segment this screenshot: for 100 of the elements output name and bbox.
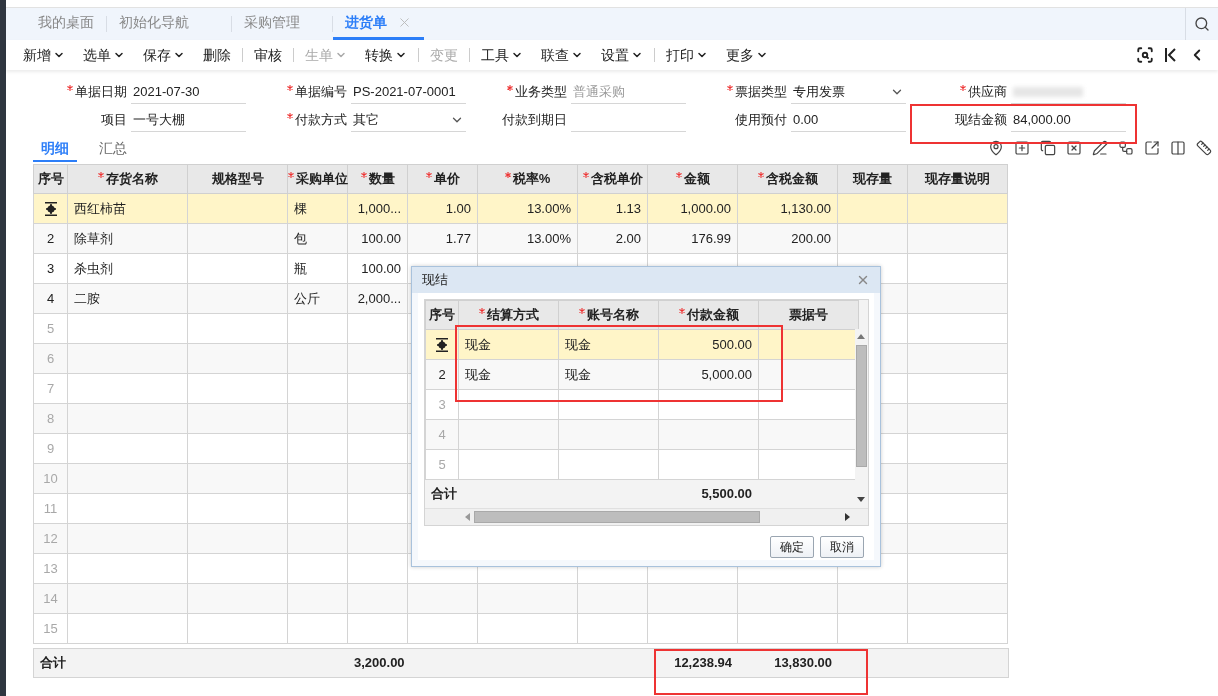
toolbar-button[interactable]: 保存 (140, 44, 188, 66)
column-header[interactable]: 现存量 (837, 164, 908, 194)
dialog-button[interactable]: 确定 (770, 536, 814, 558)
column-header[interactable]: 序号 (425, 300, 459, 330)
column-header[interactable]: 含税金额 (737, 164, 838, 194)
row-number: 9 (46, 440, 55, 456)
export-icon[interactable] (1144, 140, 1160, 156)
required-mark-icon (727, 85, 733, 92)
toolbar-button[interactable]: 工具 (478, 44, 526, 66)
table-cell: 500.00 (712, 336, 752, 352)
column-header[interactable]: 票据号 (758, 300, 859, 330)
toolbar-button[interactable]: 联查 (538, 44, 586, 66)
toolbar-button[interactable]: 设置 (598, 44, 646, 66)
required-mark-icon (288, 172, 294, 179)
total-value: 13,830.00 (774, 655, 832, 671)
total-value: 5,500.00 (701, 486, 752, 502)
toolbar-button[interactable]: 选单 (80, 44, 128, 66)
scroll-up-icon[interactable] (857, 333, 865, 339)
add-icon[interactable] (1014, 140, 1030, 156)
row-number-cell[interactable]: 2 (425, 359, 459, 390)
table-cell: 公斤 (294, 290, 320, 306)
required-mark-icon (97, 172, 104, 179)
row-number-cell[interactable] (425, 329, 459, 360)
close-icon[interactable] (856, 273, 870, 287)
field-label: 供应商 (913, 82, 1007, 102)
table-cell: 100.00 (361, 260, 401, 276)
scroll-down-icon[interactable] (857, 497, 865, 503)
column-header[interactable]: 金额 (647, 164, 738, 194)
column-header[interactable]: 税率% (477, 164, 578, 194)
dialog-button[interactable]: 取消 (820, 536, 864, 558)
column-header[interactable]: 现存量说明 (907, 164, 1008, 194)
input-field[interactable]: PS-2021-07-0001 (351, 80, 466, 104)
table-cell: 100.00 (361, 230, 401, 246)
field-label: 使用预付 (734, 111, 787, 130)
toolbar-button[interactable]: 删除 (200, 44, 234, 66)
row-number-cell[interactable] (33, 193, 68, 224)
copy-icon[interactable] (1040, 140, 1056, 156)
toolbar-button[interactable]: 新增 (20, 44, 68, 66)
table-cell: 1.13 (615, 200, 641, 216)
toolbar-button[interactable]: 更多 (723, 44, 771, 66)
column-header[interactable]: 规格型号 (187, 164, 288, 194)
first-page-icon[interactable] (1164, 47, 1178, 63)
required-mark-icon (478, 308, 485, 315)
table-cell: 西红柿苗 (74, 200, 126, 216)
scroll-right-icon[interactable] (845, 513, 850, 521)
input-field[interactable]: 2021-07-30 (131, 80, 246, 104)
column-header[interactable]: 单价 (407, 164, 478, 194)
row-number: 6 (46, 350, 55, 366)
required-mark-icon (287, 113, 293, 120)
scrollbar-thumb[interactable] (855, 345, 867, 467)
scrollbar-thumb[interactable] (474, 511, 760, 523)
row-number-cell[interactable]: 4 (33, 283, 68, 314)
input-field[interactable]: 84,000.00 (1011, 108, 1126, 132)
toolbar-button[interactable]: 转换 (362, 44, 410, 66)
column-header[interactable]: 序号 (33, 164, 68, 194)
row-number-cell[interactable]: 3 (33, 253, 68, 284)
select-field[interactable]: 其它 (351, 108, 466, 132)
delete-icon[interactable] (1066, 140, 1082, 156)
table-cell: 瓶 (294, 260, 307, 276)
edit-icon[interactable] (1092, 140, 1108, 156)
table-cell: 现金 (565, 336, 591, 352)
toolbar-button[interactable]: 审核 (251, 44, 285, 66)
field-label: 项目 (100, 111, 127, 130)
ruler-icon[interactable] (1196, 140, 1212, 156)
column-header[interactable]: 存货名称 (67, 164, 188, 194)
required-mark-icon (582, 172, 589, 179)
table-cell: 1.77 (445, 230, 471, 246)
gear-icon[interactable] (43, 201, 58, 216)
toolbar-button[interactable]: 打印 (663, 44, 711, 66)
column-header[interactable]: 账号名称 (558, 300, 659, 330)
table-cell: 13.00% (526, 200, 571, 216)
table-cell: 176.99 (691, 230, 731, 246)
column-header[interactable]: 含税单价 (577, 164, 648, 194)
detail-tab[interactable]: 明细 (33, 136, 77, 162)
field-label: 现结金额 (954, 111, 1007, 130)
workflow-icon[interactable] (1118, 140, 1134, 156)
columns-icon[interactable] (1170, 140, 1186, 156)
search-icon[interactable] (1194, 16, 1210, 32)
map-pin-icon[interactable] (988, 140, 1004, 156)
table-cell: 1.00 (445, 200, 471, 216)
table-cell: 1,000... (357, 200, 401, 216)
select-field[interactable]: 专用发票 (791, 80, 906, 104)
input-field[interactable]: 0.00 (791, 108, 906, 132)
column-header[interactable]: 付款金额 (658, 300, 759, 330)
row-number: 3 (438, 396, 446, 412)
detail-tab[interactable]: 汇总 (91, 136, 135, 162)
dialog-title: 现结 (422, 271, 448, 290)
table-cell: 除草剂 (74, 230, 113, 246)
column-header[interactable]: 数量 (347, 164, 408, 194)
table-cell: 棵 (294, 200, 307, 216)
row-number: 7 (46, 380, 55, 396)
column-header[interactable]: 结算方式 (458, 300, 559, 330)
search-document-icon[interactable] (1136, 46, 1154, 64)
blurred-value (1013, 86, 1083, 97)
input-field[interactable]: 一号大棚 (131, 108, 246, 132)
required-mark-icon (507, 85, 513, 92)
row-number-cell[interactable]: 2 (33, 223, 68, 254)
row-number: 13 (43, 560, 58, 576)
gear-icon[interactable] (435, 337, 449, 352)
column-header[interactable]: 采购单位 (287, 164, 348, 194)
